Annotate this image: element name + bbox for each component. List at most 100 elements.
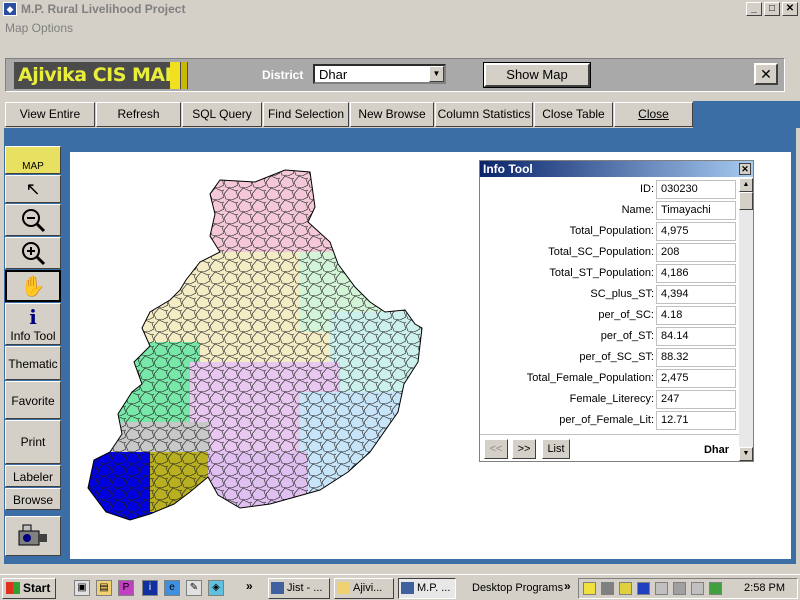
app-shortcut-icon[interactable]: P: [118, 580, 134, 596]
speaker-icon[interactable]: [583, 582, 596, 595]
column-statistics-button[interactable]: Column Statistics: [435, 102, 533, 127]
info-row-value[interactable]: 12.71: [656, 411, 736, 430]
tray-app-icon[interactable]: [655, 582, 668, 595]
folder-icon[interactable]: ▤: [96, 580, 112, 596]
info-row: per_of_SC_ST: 88.32: [480, 348, 740, 368]
print-label: Print: [20, 435, 46, 449]
monitor-icon[interactable]: [637, 582, 650, 595]
chevron-down-icon[interactable]: ▼: [429, 66, 444, 82]
pan-tool-button[interactable]: ✋: [5, 270, 61, 302]
favorite-button[interactable]: Favorite: [5, 381, 61, 419]
system-tray: 2:58 PM: [578, 578, 798, 599]
windows-logo-icon: [6, 582, 20, 594]
prev-record-button[interactable]: <<: [484, 439, 508, 459]
media-icon[interactable]: ◈: [208, 580, 224, 596]
district-select[interactable]: Dhar ▼: [313, 64, 446, 84]
info-row-value[interactable]: 208: [656, 243, 736, 262]
info-row-value[interactable]: 84.14: [656, 327, 736, 346]
header-close-button[interactable]: ✕: [754, 63, 778, 85]
list-button[interactable]: List: [542, 439, 570, 459]
header-panel: Ajivika CIS MAP District Dhar ▼ Show Map…: [5, 58, 785, 92]
info-row: Total_ST_Population: 4,186: [480, 264, 740, 284]
info-row: per_of_Female_Lit: 12.71: [480, 411, 740, 431]
next-record-button[interactable]: >>: [512, 439, 536, 459]
app-icon: [401, 582, 414, 594]
camera-button[interactable]: [5, 516, 61, 556]
district-select-value: Dhar: [319, 67, 348, 82]
info-row: per_of_SC: 4.18: [480, 306, 740, 326]
info-row-key: Female_Literecy:: [569, 393, 654, 405]
task-button-mp[interactable]: M.P. ...: [398, 578, 456, 599]
toolbar-overflow[interactable]: »: [564, 579, 571, 593]
info-district-name: Dhar: [703, 444, 729, 456]
info-tool-titlebar[interactable]: Info Tool ✕: [480, 161, 753, 177]
scroll-up-icon[interactable]: ▲: [739, 178, 753, 192]
info-scrollbar[interactable]: ▲ ▼: [739, 178, 753, 461]
browser-icon[interactable]: e: [164, 580, 180, 596]
desktop-programs-label[interactable]: Desktop Programs: [472, 582, 563, 594]
select-tool-button[interactable]: ↖: [5, 175, 61, 203]
info-row-value[interactable]: Timayachi: [656, 201, 736, 220]
folder-icon: [337, 582, 350, 594]
info-row: Total_Female_Population: 2,475: [480, 369, 740, 389]
map-tool-button[interactable]: MAP: [5, 146, 61, 174]
quicklaunch-overflow[interactable]: »: [246, 579, 253, 593]
zoom-out-button[interactable]: [5, 204, 61, 236]
info-row-key: Total_SC_Population:: [548, 246, 654, 258]
minimize-button[interactable]: _: [746, 2, 762, 16]
info-row-value[interactable]: 4,186: [656, 264, 736, 283]
map-tool-label: MAP: [22, 161, 44, 172]
info-row-value[interactable]: 2,475: [656, 369, 736, 388]
show-map-button[interactable]: Show Map: [483, 62, 591, 88]
scroll-thumb[interactable]: [739, 192, 753, 210]
info-row-key: per_of_SC:: [598, 309, 654, 321]
menu-bar: Map Options: [0, 19, 800, 37]
info-row-value[interactable]: 030230: [656, 180, 736, 199]
info-tool-button[interactable]: i Info Tool: [5, 303, 61, 345]
toolbar-spacer: [693, 101, 800, 128]
info-row-value[interactable]: 247: [656, 390, 736, 409]
arrow-pointer-icon: ↖: [25, 179, 41, 199]
close-window-button[interactable]: ✕: [782, 2, 798, 16]
labeler-button[interactable]: Labeler: [5, 465, 61, 487]
info-row-value[interactable]: 4.18: [656, 306, 736, 325]
printer-icon[interactable]: [601, 582, 614, 595]
info-row: ID: 030230: [480, 180, 740, 200]
sql-query-button[interactable]: SQL Query: [182, 102, 262, 127]
network-icon[interactable]: [709, 582, 722, 595]
close-table-button[interactable]: Close Table: [534, 102, 613, 127]
browse-button[interactable]: Browse: [5, 488, 61, 510]
find-selection-button[interactable]: Find Selection: [263, 102, 349, 127]
menu-map-options[interactable]: Map Options: [5, 21, 73, 35]
tools-icon[interactable]: ✎: [186, 580, 202, 596]
print-button[interactable]: Print: [5, 420, 61, 464]
start-button[interactable]: Start: [2, 578, 56, 599]
hand-icon: ✋: [20, 276, 46, 298]
close-icon[interactable]: ✕: [739, 163, 751, 175]
info-tool-title: Info Tool: [483, 162, 533, 176]
desktop-icon[interactable]: ▣: [74, 580, 90, 596]
window-titlebar: ◆ M.P. Rural Livelihood Project _ □ ✕: [0, 0, 800, 18]
scroll-down-icon[interactable]: ▼: [739, 447, 753, 461]
info-row-value[interactable]: 4,394: [656, 285, 736, 304]
info-row-key: per_of_SC_ST:: [579, 351, 654, 363]
info-row: per_of_ST: 84.14: [480, 327, 740, 347]
info-row-value[interactable]: 4,975: [656, 222, 736, 241]
info-row-key: SC_plus_ST:: [590, 288, 654, 300]
info-tool-window[interactable]: Info Tool ✕ ID: 030230 Name: Timayachi Total…: [479, 160, 754, 462]
thematic-button[interactable]: Thematic: [5, 346, 61, 380]
info-row-value[interactable]: 88.32: [656, 348, 736, 367]
new-browse-button[interactable]: New Browse: [350, 102, 434, 127]
battery-icon[interactable]: [691, 582, 704, 595]
task-label: M.P. ...: [417, 582, 451, 594]
zoom-in-button[interactable]: [5, 237, 61, 269]
refresh-button[interactable]: Refresh: [96, 102, 181, 127]
task-button-jist[interactable]: Jist - ...: [268, 578, 330, 599]
maximize-button[interactable]: □: [764, 2, 780, 16]
pencil-icon[interactable]: [619, 582, 632, 595]
globe-icon[interactable]: [673, 582, 686, 595]
view-entire-button[interactable]: View Entire: [5, 102, 95, 127]
task-button-ajivika[interactable]: Ajivi...: [334, 578, 394, 599]
info-shortcut-icon[interactable]: i: [142, 580, 158, 596]
close-button[interactable]: Close: [614, 102, 693, 127]
